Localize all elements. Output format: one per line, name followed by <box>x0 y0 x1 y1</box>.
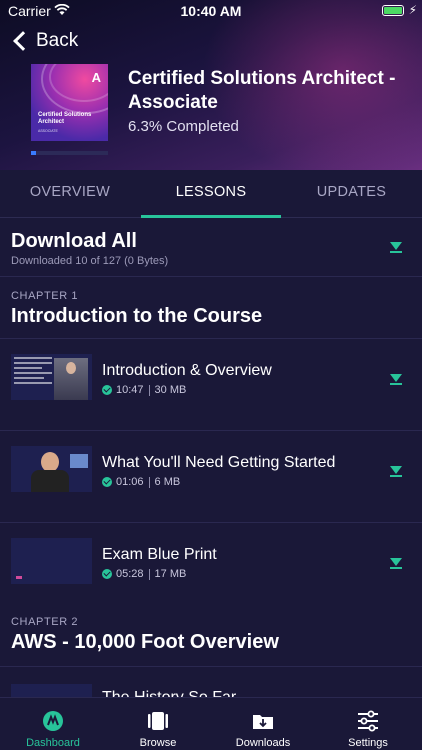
lesson-row[interactable]: What You'll Need Getting Started 01:06 6… <box>0 430 422 522</box>
lesson-size: 30 MB <box>154 384 187 396</box>
lesson-thumbnail <box>11 538 92 584</box>
course-title: Certified Solutions Architect - Associat… <box>128 68 396 113</box>
battery-icon <box>382 5 404 16</box>
course-thumbnail: A Certified Solutions Architect ASSOCIAT… <box>31 64 108 141</box>
nav-label: Dashboard <box>26 737 80 749</box>
lesson-row[interactable]: The History So Far <box>0 666 422 697</box>
lesson-duration: 01:06 <box>116 476 144 488</box>
download-icon[interactable] <box>389 465 403 479</box>
lesson-size: 17 MB <box>154 568 187 580</box>
brand-logo-icon: A <box>91 70 101 85</box>
thumbnail-subtitle: ASSOCIATE <box>38 129 58 133</box>
tab-overview[interactable]: OVERVIEW <box>0 170 140 218</box>
lesson-title: Introduction & Overview <box>102 362 272 379</box>
nav-browse[interactable]: Browse <box>108 698 208 750</box>
downloaded-check-icon <box>102 477 112 487</box>
charging-icon: ⚡ <box>408 3 417 17</box>
nav-label: Browse <box>139 737 177 749</box>
chevron-left-icon <box>13 31 33 51</box>
tab-updates[interactable]: UPDATES <box>281 170 422 218</box>
status-time: 10:40 AM <box>180 3 242 19</box>
back-button[interactable]: Back <box>10 30 78 52</box>
lesson-title: Exam Blue Print <box>102 546 217 563</box>
lesson-row[interactable]: Exam Blue Print 05:28 17 MB <box>0 522 422 614</box>
lesson-thumbnail <box>11 446 92 492</box>
nav-label: Downloads <box>235 737 291 749</box>
download-all-title: Download All <box>11 230 137 252</box>
lesson-meta: 10:47 30 MB <box>102 384 186 396</box>
tab-lessons[interactable]: LESSONS <box>141 170 281 218</box>
course-progress-text: 6.3% Completed <box>128 118 239 135</box>
chapter-title: AWS - 10,000 Foot Overview <box>11 631 279 653</box>
lesson-size: 6 MB <box>154 476 181 488</box>
lesson-row[interactable]: Introduction & Overview 10:47 30 MB <box>0 338 422 430</box>
status-bar: Carrier 10:40 AM ⚡ <box>0 0 422 22</box>
nav-label: Settings <box>348 737 388 749</box>
downloaded-check-icon <box>102 569 112 579</box>
lesson-duration: 10:47 <box>116 384 144 396</box>
settings-icon <box>357 710 379 732</box>
download-icon[interactable] <box>389 373 403 387</box>
chapter-title: Introduction to the Course <box>11 305 263 327</box>
browse-icon <box>147 710 169 732</box>
download-icon[interactable] <box>389 557 403 571</box>
thumbnail-title: Certified Solutions Architect <box>38 112 92 125</box>
course-progress-fill <box>31 151 36 155</box>
lesson-title: What You'll Need Getting Started <box>102 454 336 471</box>
download-all-row[interactable]: Download All Downloaded 10 of 127 (0 Byt… <box>0 219 422 277</box>
nav-settings[interactable]: Settings <box>318 698 418 750</box>
dashboard-icon <box>42 710 64 732</box>
lesson-meta: 05:28 17 MB <box>102 568 186 580</box>
lesson-meta: 01:06 6 MB <box>102 476 180 488</box>
tab-bar: OVERVIEW LESSONS UPDATES <box>0 170 422 218</box>
course-progress-bar <box>31 151 108 155</box>
download-icon[interactable] <box>389 241 403 255</box>
chapter-label: CHAPTER 1 <box>11 290 79 302</box>
lesson-thumbnail <box>11 354 92 400</box>
downloaded-check-icon <box>102 385 112 395</box>
lesson-duration: 05:28 <box>116 568 144 580</box>
nav-dashboard[interactable]: Dashboard <box>3 698 103 750</box>
back-label: Back <box>36 30 79 51</box>
nav-downloads[interactable]: Downloads <box>213 698 313 750</box>
downloads-icon <box>252 710 274 732</box>
lesson-thumbnail <box>11 684 92 697</box>
lesson-title: The History So Far <box>102 689 236 697</box>
download-all-subtitle: Downloaded 10 of 127 (0 Bytes) <box>11 255 169 267</box>
bottom-tab-bar: Dashboard Browse Downloads Settings <box>0 697 422 750</box>
chapter-label: CHAPTER 2 <box>11 616 79 628</box>
